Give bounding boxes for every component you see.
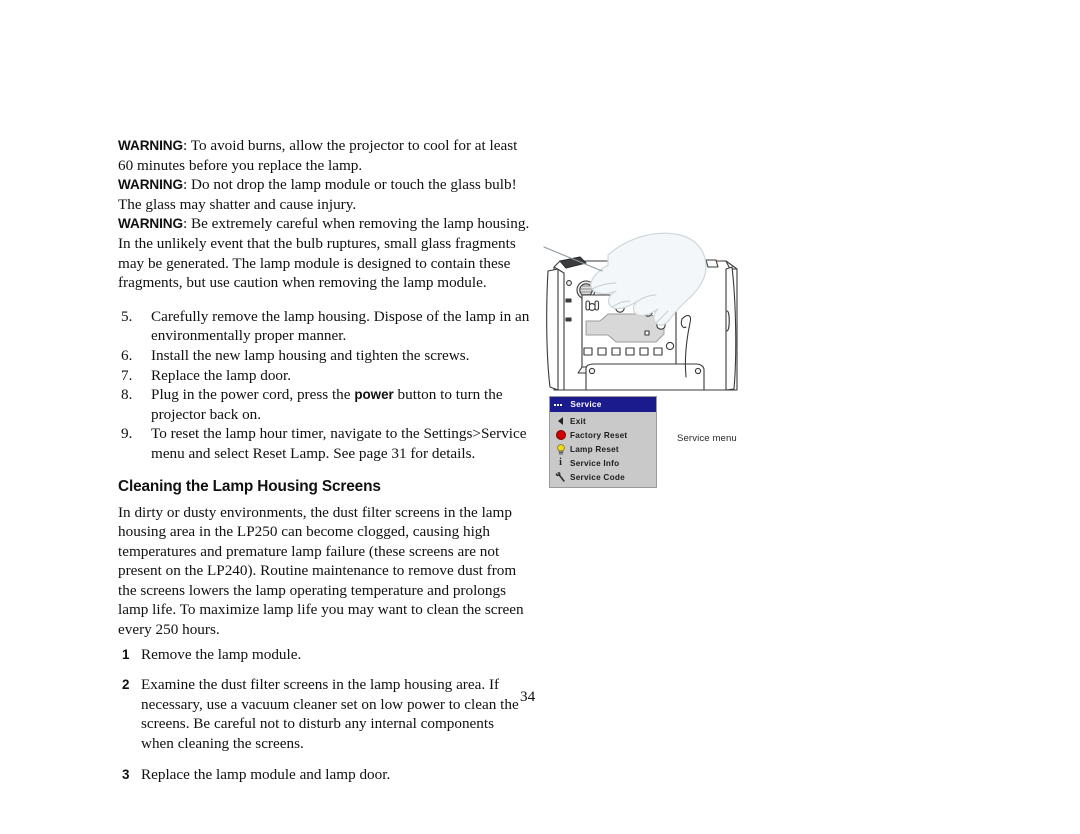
step-number: 1 bbox=[122, 646, 130, 662]
lamp-bulb-icon bbox=[554, 443, 567, 455]
list-marker: 8. bbox=[121, 386, 133, 404]
step-text: Replace the lamp module and lamp door. bbox=[141, 765, 391, 783]
back-arrow-icon bbox=[554, 417, 567, 425]
warning-paragraph: WARNING: To avoid burns, allow the proje… bbox=[118, 136, 530, 175]
list-item: 1 Remove the lamp module. bbox=[118, 645, 530, 665]
warning-label: WARNING bbox=[118, 138, 183, 153]
section-body-paragraph: In dirty or dusty environments, the dust… bbox=[118, 503, 524, 639]
osd-item-label: Exit bbox=[570, 416, 587, 426]
list-item: 2 Examine the dust filter screens in the … bbox=[118, 675, 530, 753]
osd-item-label: Lamp Reset bbox=[570, 444, 619, 454]
list-marker: 6. bbox=[121, 346, 133, 364]
step-number: 3 bbox=[122, 766, 130, 782]
procedure-list: 5. Carefully remove the lamp housing. Dis… bbox=[118, 307, 530, 464]
osd-item-label: Service Info bbox=[570, 458, 620, 468]
list-item-text: Install the new lamp housing and tighten… bbox=[151, 346, 470, 364]
osd-item-label: Factory Reset bbox=[570, 430, 628, 440]
warning-label: WARNING bbox=[118, 216, 183, 232]
list-item-text: To reset the lamp hour timer, navigate t… bbox=[151, 425, 527, 462]
osd-item-label: Service Code bbox=[570, 472, 625, 482]
warning-block: WARNING: To avoid burns, allow the proje… bbox=[118, 136, 530, 293]
list-item: 6. Install the new lamp housing and tight… bbox=[118, 346, 530, 366]
osd-menu-body: Exit Factory Reset Lamp Reset i Service … bbox=[550, 412, 656, 487]
warning-label: WARNING bbox=[118, 177, 183, 193]
osd-item-exit[interactable]: Exit bbox=[550, 414, 656, 428]
projector-lamp-removal-illustration bbox=[530, 215, 770, 395]
power-button-emphasis: power bbox=[354, 387, 394, 403]
osd-item-service-info[interactable]: i Service Info bbox=[550, 456, 656, 470]
list-item: 8. Plug in the power cord, press the powe… bbox=[118, 385, 530, 424]
list-item-text-before: Plug in the power cord, press the bbox=[151, 386, 355, 404]
list-item: 9. To reset the lamp hour timer, navigate… bbox=[118, 424, 530, 463]
service-osd-menu[interactable]: Service Exit Factory Reset Lamp Reset i … bbox=[549, 396, 657, 488]
list-item: 7. Replace the lamp door. bbox=[118, 366, 530, 386]
list-item-text: Carefully remove the lamp housing. Dispo… bbox=[151, 307, 530, 345]
osd-item-lamp-reset[interactable]: Lamp Reset bbox=[550, 442, 656, 456]
red-circle-icon bbox=[554, 430, 567, 440]
wrench-icon bbox=[554, 471, 567, 483]
dots-icon bbox=[554, 403, 563, 406]
osd-item-factory-reset[interactable]: Factory Reset bbox=[550, 428, 656, 442]
osd-menu-title: Service bbox=[570, 400, 602, 409]
list-item-text: Replace the lamp door. bbox=[151, 366, 292, 384]
page-number: 34 bbox=[520, 688, 536, 705]
warning-paragraph: WARNING: Be extremely careful when remov… bbox=[118, 214, 530, 292]
list-marker: 9. bbox=[121, 425, 133, 443]
osd-menu-header: Service bbox=[550, 397, 656, 412]
info-icon: i bbox=[559, 457, 562, 468]
step-number: 2 bbox=[122, 677, 130, 693]
list-marker: 7. bbox=[121, 366, 133, 384]
list-item: 5. Carefully remove the lamp housing. Dis… bbox=[118, 307, 530, 346]
cleaning-steps-list: 1 Remove the lamp module. 2 Examine the du… bbox=[118, 645, 530, 785]
body-text-column: WARNING: To avoid burns, allow the proje… bbox=[118, 136, 530, 795]
warning-paragraph: WARNING: Do not drop the lamp module or … bbox=[118, 175, 530, 214]
step-text: Examine the dust filter screens in the l… bbox=[141, 676, 519, 753]
menu-caption: Service menu bbox=[677, 433, 737, 444]
step-text: Remove the lamp module. bbox=[141, 645, 302, 663]
section-heading: Cleaning the Lamp Housing Screens bbox=[118, 477, 381, 495]
list-item: 3 Replace the lamp module and lamp door. bbox=[118, 765, 530, 785]
osd-item-service-code[interactable]: Service Code bbox=[550, 470, 656, 484]
list-marker: 5. bbox=[121, 307, 133, 325]
